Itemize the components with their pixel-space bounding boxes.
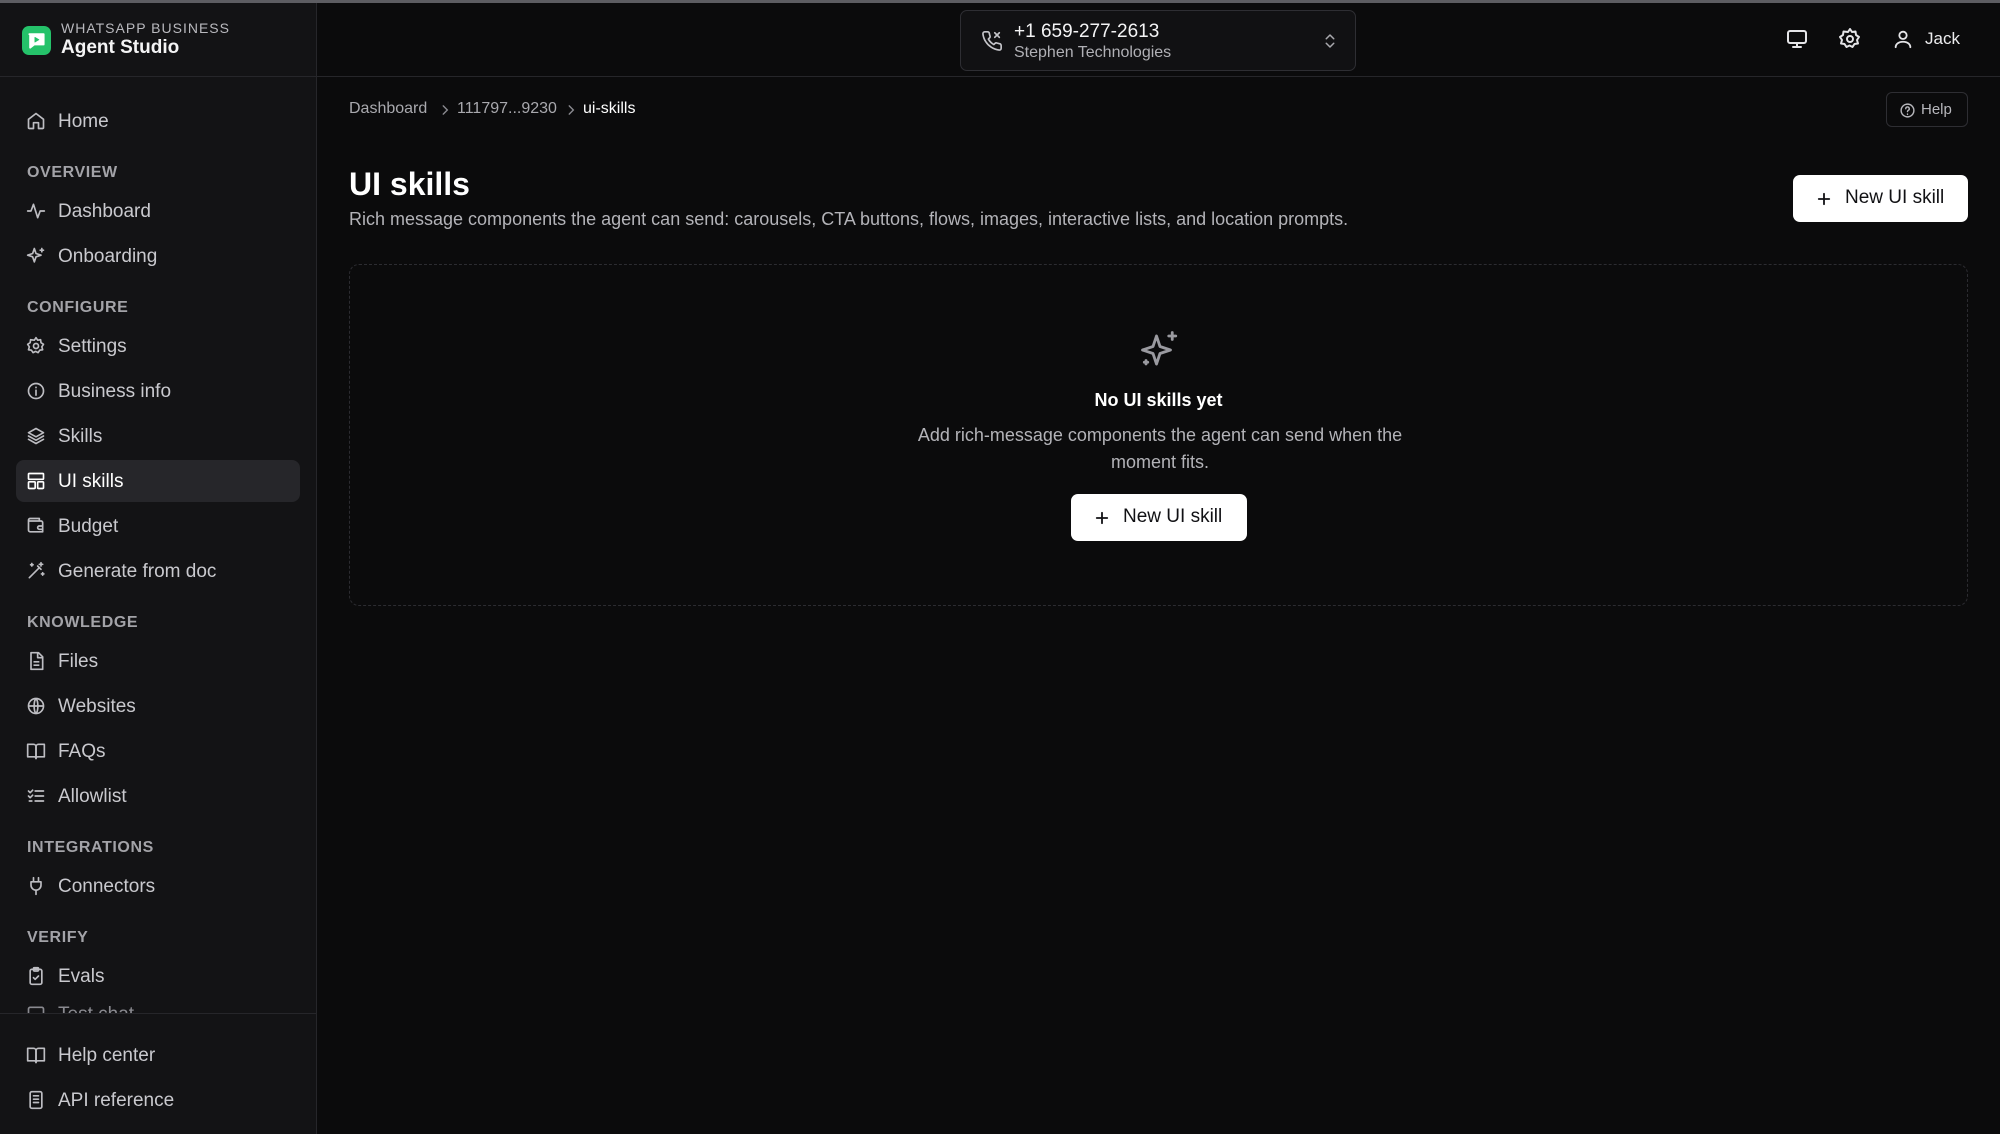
new-ui-skill-button-label: New UI skill	[1845, 187, 1945, 208]
sidebar-item-budget[interactable]: Budget	[16, 505, 300, 547]
sidebar-item-ui-skills[interactable]: UI skills	[16, 460, 300, 502]
sidebar-item-label: Connectors	[58, 876, 156, 897]
layers-icon	[27, 427, 45, 445]
sidebar-footer: Help center API reference	[0, 1013, 316, 1134]
empty-state-new-ui-skill-button[interactable]: New UI skill	[1071, 494, 1247, 541]
sidebar-item-generate-from-doc[interactable]: Generate from doc	[16, 550, 300, 592]
sidebar-item-home[interactable]: Home	[16, 100, 300, 142]
breadcrumb-item-agent[interactable]: 111797...9230	[457, 100, 557, 118]
user-name: Jack	[1925, 29, 1960, 48]
breadcrumb-item-current: ui-skills	[583, 100, 636, 117]
sidebar-item-label: Test chat	[58, 1004, 134, 1013]
section-title-verify: VERIFY	[27, 929, 89, 946]
sidebar-item-test-chat[interactable]: Test chat	[16, 999, 300, 1013]
sidebar-item-onboarding[interactable]: Onboarding	[16, 235, 300, 277]
chat-icon	[27, 1006, 45, 1013]
help-button[interactable]: Help	[1886, 92, 1968, 127]
section-title-knowledge: KNOWLEDGE	[27, 614, 139, 631]
new-ui-skill-button[interactable]: New UI skill	[1793, 175, 1968, 222]
section-title-integrations: INTEGRATIONS	[27, 839, 154, 856]
book-icon	[26, 743, 46, 760]
document-icon	[29, 1090, 43, 1110]
section-title-configure: CONFIGURE	[27, 299, 129, 316]
layout-icon	[27, 472, 45, 490]
brand-kicker: WHATSAPP BUSINESS	[61, 20, 230, 36]
sidebar-item-label: Settings	[58, 336, 127, 357]
list-checks-icon	[27, 789, 45, 802]
sidebar-item-label: API reference	[58, 1090, 175, 1111]
brand-header: WHATSAPP BUSINESS Agent Studio	[0, 3, 316, 77]
sparkles-icon	[1141, 331, 1178, 366]
chevron-right-icon	[442, 105, 449, 115]
plug-icon	[30, 876, 42, 896]
chevron-up-down-icon	[1325, 34, 1335, 48]
empty-state-button-label: New UI skill	[1123, 506, 1223, 527]
gear-icon[interactable]	[1838, 27, 1862, 51]
empty-state-title: No UI skills yet	[1094, 390, 1223, 410]
wallet-icon	[27, 517, 44, 533]
info-icon	[27, 382, 45, 400]
sidebar-item-skills[interactable]: Skills	[16, 415, 300, 457]
home-icon	[27, 112, 45, 130]
gear-icon	[26, 336, 45, 354]
page-title: UI skills	[349, 166, 470, 202]
help-button-label: Help	[1921, 101, 1952, 118]
empty-state: No UI skills yet Add rich-message compon…	[349, 264, 1968, 606]
chevron-right-icon	[568, 105, 575, 115]
sidebar-item-label: Business info	[58, 381, 172, 402]
sidebar-item-allowlist[interactable]: Allowlist	[16, 775, 300, 817]
book-icon	[26, 1047, 46, 1064]
sidebar-item-business-info[interactable]: Business info	[16, 370, 300, 412]
user-menu-button[interactable]: Jack	[1892, 25, 1982, 53]
monitor-icon[interactable]	[1785, 27, 1809, 51]
plus-icon	[1095, 511, 1109, 524]
sidebar-item-label: Help center	[58, 1045, 156, 1066]
sidebar-item-label: Websites	[58, 696, 136, 717]
help-circle-icon	[1900, 103, 1915, 118]
sidebar-item-label: Budget	[58, 516, 119, 537]
sidebar-item-label: Allowlist	[58, 786, 127, 807]
company-name: Stephen Technologies	[1014, 44, 1172, 61]
sidebar-item-files[interactable]: Files	[16, 640, 300, 682]
empty-state-description: Add rich-message components the agent ca…	[917, 425, 1403, 472]
sidebar-item-api-reference[interactable]: API reference	[16, 1079, 300, 1121]
sidebar-item-label: Generate from doc	[58, 561, 217, 582]
whatsapp-logo-icon	[22, 26, 51, 55]
activity-icon	[26, 203, 46, 219]
sidebar-item-faqs[interactable]: FAQs	[16, 730, 300, 772]
page-description: Rich message components the agent can se…	[349, 209, 1349, 229]
globe-icon	[27, 697, 45, 715]
sidebar-item-label: Home	[58, 111, 109, 132]
plus-icon	[1817, 192, 1831, 205]
sidebar-item-dashboard[interactable]: Dashboard	[16, 190, 300, 232]
sidebar: WHATSAPP BUSINESS Agent Studio Home OVER…	[0, 3, 317, 1134]
sidebar-item-label: Evals	[58, 966, 105, 987]
file-icon	[30, 651, 44, 671]
sidebar-item-evals[interactable]: Evals	[16, 955, 300, 997]
sidebar-item-label: Dashboard	[58, 201, 151, 222]
section-title-overview: OVERVIEW	[27, 164, 118, 181]
phone-number-selector[interactable]: +1 659-277-2613 Stephen Technologies	[960, 10, 1356, 71]
sidebar-item-label: Skills	[58, 426, 103, 447]
clipboard-icon	[29, 966, 43, 986]
sidebar-item-settings[interactable]: Settings	[16, 325, 300, 367]
sidebar-item-websites[interactable]: Websites	[16, 685, 300, 727]
wand-icon	[28, 561, 45, 579]
brand-name: Agent Studio	[61, 37, 180, 58]
phone-icon	[982, 31, 1002, 51]
sparkles-icon	[26, 247, 45, 263]
sidebar-item-connectors[interactable]: Connectors	[16, 865, 300, 907]
sidebar-item-help-center[interactable]: Help center	[16, 1034, 300, 1076]
sidebar-item-label: Onboarding	[58, 246, 158, 267]
sidebar-item-label: UI skills	[58, 471, 124, 492]
top-header: +1 659-277-2613 Stephen Technologies Jac…	[317, 3, 2000, 77]
sidebar-item-label: FAQs	[58, 741, 106, 762]
breadcrumb-item-dashboard[interactable]: Dashboard	[349, 100, 427, 118]
user-icon	[1894, 30, 1912, 49]
phone-number: +1 659-277-2613	[1014, 21, 1160, 42]
sidebar-item-label: Files	[58, 651, 99, 672]
